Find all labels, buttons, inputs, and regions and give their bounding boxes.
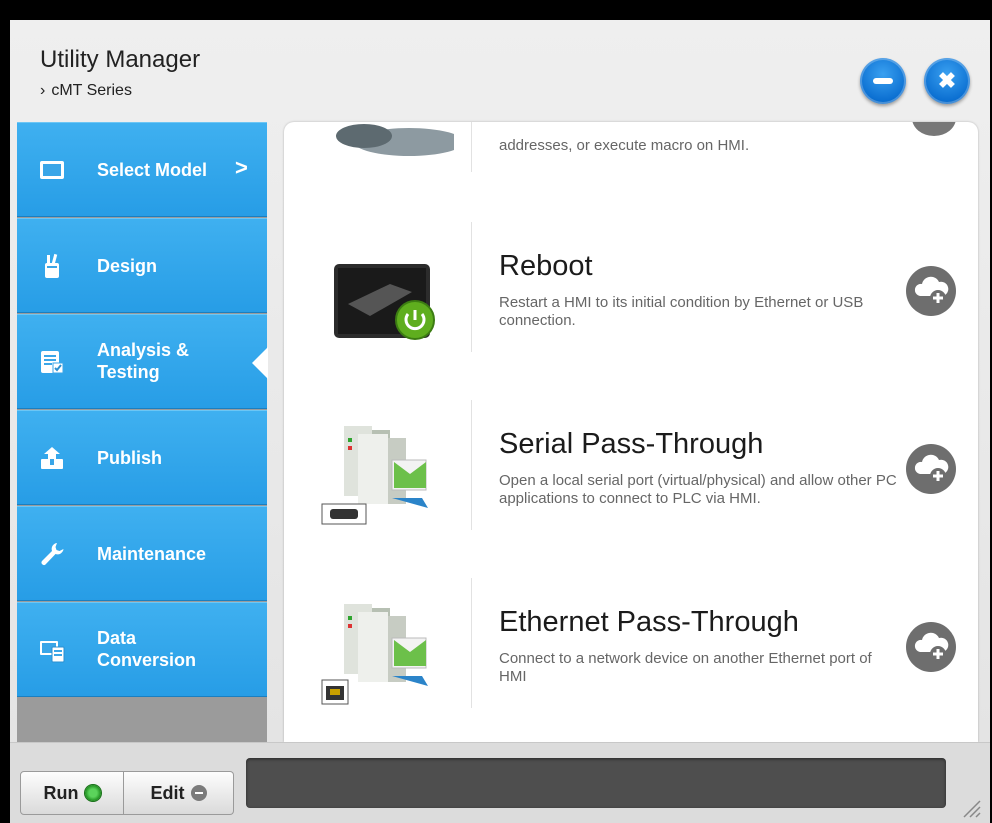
app-title: Utility Manager	[40, 46, 201, 73]
cloud-plus-icon[interactable]	[904, 264, 958, 318]
list-item-ethernet-pass-through[interactable]: Ethernet Pass-Through Connect to a netwo…	[284, 578, 978, 742]
sidebar-item-label: Select Model	[97, 160, 208, 180]
sidebar-item-label: Design	[97, 256, 158, 276]
sidebar-item-label: Publish	[97, 448, 163, 468]
chevron-right-icon: ›	[40, 82, 46, 99]
sidebar-item-design[interactable]: Design	[17, 218, 267, 313]
list-item-serial-pass-through[interactable]: Serial Pass-Through Open a local serial …	[284, 400, 978, 570]
divider	[471, 578, 472, 708]
item-description: Restart a HMI to its initial condition b…	[499, 294, 864, 329]
convert-icon	[40, 641, 65, 663]
list-item-reboot[interactable]: Reboot Restart a HMI to its initial cond…	[284, 222, 978, 392]
cloud-plus-icon[interactable]	[904, 620, 958, 674]
utility-manager-window: Utility Manager › cMT Series ✖ Select Mod…	[10, 20, 990, 823]
reboot-hmi-icon	[334, 264, 435, 340]
resize-grip-icon[interactable]	[958, 795, 982, 819]
divider	[471, 222, 472, 352]
edit-label: Edit	[150, 782, 185, 803]
breadcrumb[interactable]: › cMT Series	[40, 82, 132, 100]
item-description: Open a local serial port (virtual/physic…	[499, 472, 897, 507]
sidebar-item-label: Analysis & Testing	[97, 340, 190, 382]
header: Utility Manager › cMT Series ✖	[10, 20, 990, 120]
bottom-toolbar: Run Edit	[10, 742, 990, 823]
checklist-icon	[41, 351, 64, 374]
sidebar-item-data-conversion[interactable]: Data Conversion	[17, 602, 267, 697]
list-item-partial: addresses, or execute macro on HMI.	[284, 122, 978, 232]
breadcrumb-label: cMT Series	[51, 82, 132, 99]
sidebar: Select Model > Design Analysis & Testing	[17, 122, 268, 742]
edit-status-icon	[190, 785, 207, 801]
run-button[interactable]: Run	[20, 771, 124, 815]
sidebar-item-analysis-testing[interactable]: Analysis & Testing	[17, 314, 268, 409]
chevron-right-icon: >	[235, 155, 248, 180]
sidebar-item-maintenance[interactable]: Maintenance	[17, 506, 267, 601]
item-description: Connect to a network device on another E…	[499, 650, 872, 685]
sidebar-item-label: Data Conversion	[97, 628, 197, 670]
divider	[471, 122, 472, 172]
sidebar-item-publish[interactable]: Publish	[17, 410, 267, 505]
cloud-plus-icon[interactable]	[904, 442, 958, 496]
minimize-button[interactable]	[860, 58, 906, 104]
macro-tool-icon	[336, 124, 454, 156]
upload-icon	[41, 447, 63, 469]
monitor-icon	[40, 161, 64, 179]
pencil-cup-icon	[45, 253, 59, 278]
close-button[interactable]: ✖	[924, 58, 970, 104]
close-icon: ✖	[937, 68, 957, 93]
edit-button[interactable]: Edit	[124, 771, 234, 815]
minus-icon	[873, 78, 893, 84]
utility-list-panel[interactable]: addresses, or execute macro on HMI. Rebo…	[284, 122, 978, 742]
wrench-icon	[41, 543, 64, 565]
serial-pass-through-icon	[321, 426, 428, 525]
status-bar	[246, 758, 946, 808]
item-title: Reboot	[499, 250, 593, 282]
sidebar-item-label: Maintenance	[97, 544, 207, 564]
run-label: Run	[43, 782, 79, 803]
item-title: Serial Pass-Through	[499, 428, 764, 460]
run-status-icon	[84, 785, 101, 801]
divider	[471, 400, 472, 530]
cloud-plus-icon[interactable]	[910, 122, 958, 138]
item-description: addresses, or execute macro on HMI.	[499, 137, 750, 154]
ethernet-pass-through-icon	[321, 604, 428, 705]
sidebar-item-select-model[interactable]: Select Model >	[17, 122, 267, 217]
item-title: Ethernet Pass-Through	[499, 606, 799, 638]
